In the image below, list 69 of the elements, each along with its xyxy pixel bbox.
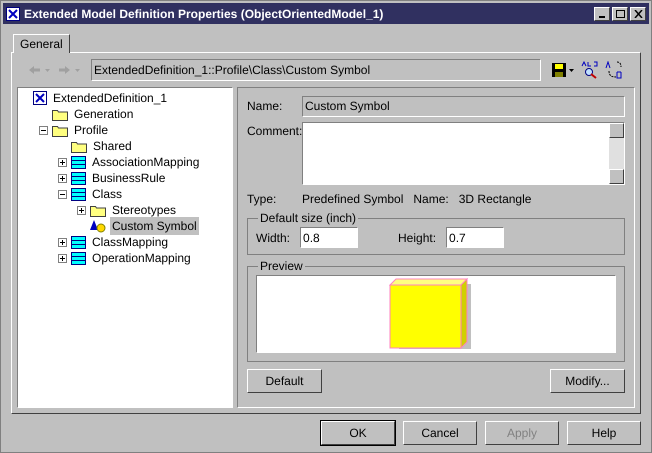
plus-icon [79, 208, 84, 212]
width-label: Width: [256, 230, 290, 246]
list-icon [71, 172, 86, 184]
list-icon [71, 236, 86, 248]
folder-icon [52, 124, 68, 136]
expand-toggle[interactable] [58, 238, 67, 246]
close-button[interactable] [630, 6, 646, 20]
dialog-button[interactable]: OK [321, 421, 395, 445]
tree-item[interactable]: AssociationMapping [90, 153, 202, 171]
folder-icon [71, 140, 87, 152]
tree-item[interactable]: ClassMapping [90, 233, 170, 251]
minimize-icon [599, 16, 605, 18]
model-icon [33, 91, 47, 105]
tree-item[interactable]: Shared [91, 137, 134, 155]
expand-toggle[interactable] [58, 254, 67, 262]
dialog-button[interactable]: Cancel [403, 421, 477, 445]
tree-item[interactable]: Generation [72, 105, 136, 123]
list-icon [71, 252, 86, 264]
collapse-toggle[interactable] [39, 126, 48, 134]
tree-item[interactable]: Custom Symbol [110, 217, 199, 235]
tab[interactable]: General [13, 34, 70, 53]
app-icon [6, 6, 20, 20]
width-field[interactable]: 0.8 [300, 227, 358, 248]
close-icon [634, 10, 642, 18]
tree-item[interactable]: ExtendedDefinition_1 [51, 89, 170, 107]
list-icon [71, 156, 86, 168]
expand-toggle[interactable] [77, 206, 86, 214]
maximize-icon [616, 10, 624, 18]
tree-item[interactable]: OperationMapping [90, 249, 193, 267]
window-title: Extended Model Definition Properties (ObjectOrientedModel_1) [24, 6, 384, 22]
folder-icon [90, 204, 106, 216]
list-icon [71, 188, 86, 200]
tree-item[interactable]: Profile [72, 121, 110, 139]
plus-icon [60, 256, 65, 260]
minus-icon [60, 192, 65, 196]
plus-icon [60, 240, 65, 244]
default-button[interactable]: Default [247, 369, 322, 393]
comment-field[interactable] [302, 122, 625, 185]
path-field: ExtendedDefinition_1::Profile\Class\Custom Symbol [91, 59, 541, 81]
modify-button[interactable]: Modify... [550, 369, 625, 393]
name-field[interactable]: Custom Symbol [302, 96, 625, 116]
minus-icon [41, 128, 46, 132]
tree-item[interactable]: Stereotypes [110, 201, 178, 219]
scrollbar[interactable] [609, 123, 624, 184]
plus-icon [60, 176, 65, 180]
group-title: Default size (inch) [259, 210, 358, 227]
symbol-name-value: 3D Rectangle [458, 191, 532, 208]
save-icon[interactable] [551, 62, 575, 78]
replace-icon[interactable] [605, 61, 623, 79]
height-field[interactable]: 0.7 [446, 227, 504, 248]
symbol-name-label: Name: [413, 191, 449, 208]
tree-item[interactable]: Class [90, 185, 124, 203]
collapse-toggle[interactable] [58, 190, 67, 198]
type-value: Predefined Symbol [302, 191, 404, 208]
expand-toggle[interactable] [58, 158, 67, 166]
plus-icon [60, 160, 65, 164]
comment-label: Comment: [247, 123, 302, 140]
maximize-button[interactable] [612, 6, 628, 20]
group-title: Preview [259, 258, 304, 275]
name-label: Name: [247, 98, 284, 115]
minimize-button[interactable] [594, 6, 610, 20]
spell-check-icon[interactable] [581, 61, 599, 79]
height-label: Height: [398, 230, 436, 246]
type-label: Type: [247, 191, 278, 208]
folder-icon [52, 108, 68, 120]
shapes-icon [90, 219, 106, 233]
tree-item[interactable]: BusinessRule [90, 169, 168, 187]
expand-toggle[interactable] [58, 174, 67, 182]
dialog-button[interactable]: Help [567, 421, 641, 445]
